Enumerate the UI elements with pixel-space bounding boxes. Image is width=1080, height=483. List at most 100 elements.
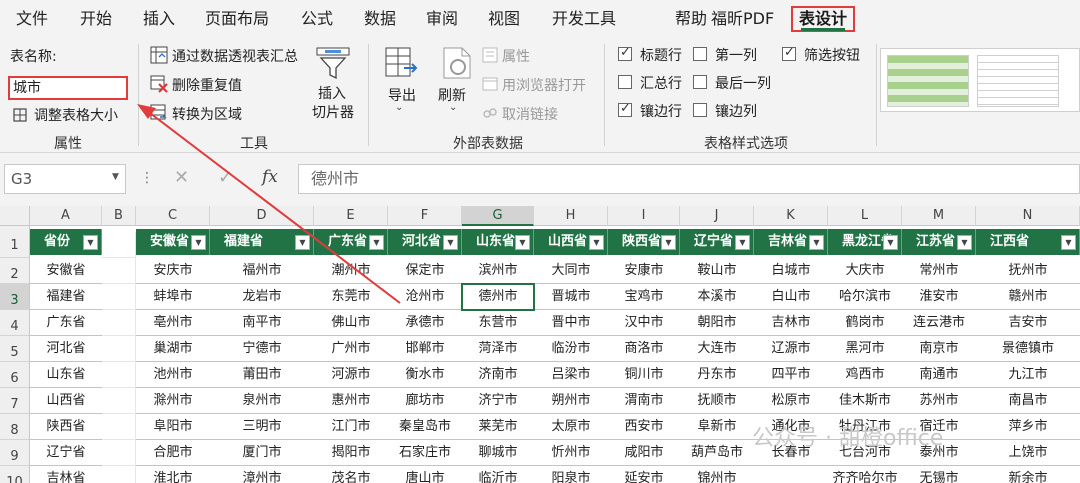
table-cell[interactable]: 西安市	[608, 414, 680, 440]
table-cell[interactable]: 江门市	[314, 414, 388, 440]
column-header[interactable]: B	[102, 206, 136, 226]
table-cell[interactable]: 上饶市	[976, 440, 1080, 466]
banded-rows-checkbox[interactable]	[618, 101, 632, 117]
insert-slicer-label-2[interactable]: 切片器	[312, 102, 354, 122]
table-cell[interactable]: 安康市	[608, 258, 680, 284]
table-cell[interactable]: 萍乡市	[976, 414, 1080, 440]
formula-input[interactable]: 德州市	[298, 164, 1080, 194]
row-header[interactable]: 9	[0, 440, 30, 466]
table-cell[interactable]: 泉州市	[210, 388, 314, 414]
table-cell[interactable]: 黑河市	[828, 336, 902, 362]
table-cell[interactable]: 滁州市	[136, 388, 210, 414]
table-header-cell[interactable]: 福建省 ▼	[210, 229, 314, 255]
column-header[interactable]: N	[976, 206, 1080, 226]
table-cell[interactable]: 山西省	[30, 388, 102, 414]
filter-button-checkbox[interactable]	[782, 45, 796, 61]
table-cell[interactable]: 莱芜市	[462, 414, 534, 440]
empty-cell[interactable]	[102, 414, 136, 440]
filter-dropdown-icon[interactable]: ▼	[661, 235, 676, 250]
table-cell[interactable]: 辽源市	[754, 336, 828, 362]
table-cell[interactable]: 齐齐哈尔市	[828, 466, 902, 483]
table-cell[interactable]: 咸阳市	[608, 440, 680, 466]
table-cell[interactable]: 晋城市	[534, 284, 608, 310]
filter-dropdown-icon[interactable]: ▼	[191, 235, 206, 250]
row-header[interactable]: 5	[0, 336, 30, 362]
column-header[interactable]: M	[902, 206, 976, 226]
table-cell[interactable]: 南昌市	[976, 388, 1080, 414]
table-cell[interactable]: 朔州市	[534, 388, 608, 414]
tab-5[interactable]: 数据	[364, 6, 396, 32]
filter-dropdown-icon[interactable]: ▼	[589, 235, 604, 250]
column-header[interactable]: J	[680, 206, 754, 226]
row-header[interactable]: 1	[0, 226, 30, 258]
table-cell[interactable]: 铜川市	[608, 362, 680, 388]
table-header-cell[interactable]: 山西省 ▼	[534, 229, 608, 255]
unlink-button[interactable]: 取消链接	[502, 104, 558, 124]
select-all-corner[interactable]	[0, 206, 30, 226]
empty-cell[interactable]	[102, 284, 136, 310]
table-cell[interactable]: 汉中市	[608, 310, 680, 336]
table-cell[interactable]: 茂名市	[314, 466, 388, 483]
table-cell[interactable]: 福建省	[30, 284, 102, 310]
table-cell[interactable]: 揭阳市	[314, 440, 388, 466]
more-options-icon[interactable]: ⋮	[140, 170, 154, 186]
table-cell[interactable]: 连云港市	[902, 310, 976, 336]
table-cell[interactable]: 宝鸡市	[608, 284, 680, 310]
table-cell[interactable]: 保定市	[388, 258, 462, 284]
table-cell[interactable]: 河北省	[30, 336, 102, 362]
table-cell[interactable]: 阳泉市	[534, 466, 608, 483]
empty-cell[interactable]	[102, 232, 136, 258]
table-cell[interactable]	[754, 466, 828, 483]
table-cell[interactable]: 蚌埠市	[136, 284, 210, 310]
banded-columns-checkbox[interactable]	[693, 103, 707, 117]
table-cell[interactable]: 龙岩市	[210, 284, 314, 310]
table-cell[interactable]: 阜新市	[680, 414, 754, 440]
row-header[interactable]: 8	[0, 414, 30, 440]
table-cell[interactable]: 白城市	[754, 258, 828, 284]
table-cell[interactable]: 阜阳市	[136, 414, 210, 440]
tab-8[interactable]: 开发工具	[552, 6, 616, 32]
row-header[interactable]: 2	[0, 258, 30, 284]
open-in-browser-button[interactable]: 用浏览器打开	[502, 75, 586, 95]
empty-cell[interactable]	[102, 440, 136, 466]
row-header[interactable]: 6	[0, 362, 30, 388]
table-cell[interactable]: 吉林省	[30, 466, 102, 483]
cancel-icon[interactable]: ✕	[174, 167, 189, 188]
table-header-cell[interactable]: 辽宁省 ▼	[680, 229, 754, 255]
table-cell[interactable]: 东莞市	[314, 284, 388, 310]
table-cell[interactable]: 赣州市	[976, 284, 1080, 310]
name-box[interactable]: G3	[4, 164, 126, 194]
table-cell[interactable]: 商洛市	[608, 336, 680, 362]
tab-10[interactable]: 福昕PDF	[711, 6, 774, 32]
table-cell[interactable]: 宁德市	[210, 336, 314, 362]
tab-4[interactable]: 公式	[301, 6, 333, 32]
empty-cell[interactable]	[102, 362, 136, 388]
convert-to-range-button[interactable]: 转换为区域	[172, 104, 242, 124]
insert-slicer-label-1[interactable]: 插入	[318, 83, 346, 103]
tab-7[interactable]: 视图	[488, 6, 520, 32]
table-header-cell[interactable]: 山东省 ▼	[462, 229, 534, 255]
filter-dropdown-icon[interactable]: ▼	[515, 235, 530, 250]
table-cell[interactable]: 临沂市	[462, 466, 534, 483]
filter-dropdown-icon[interactable]: ▼	[957, 235, 972, 250]
table-cell[interactable]: 石家庄市	[388, 440, 462, 466]
column-header[interactable]: D	[210, 206, 314, 226]
tab-11[interactable]: 表设计	[791, 6, 856, 32]
column-header[interactable]: L	[828, 206, 902, 226]
table-cell[interactable]: 陕西省	[30, 414, 102, 440]
enter-icon[interactable]: ✓	[218, 167, 233, 188]
tab-0[interactable]: 文件	[16, 6, 48, 32]
header-row-checkbox[interactable]	[618, 45, 632, 61]
table-header-cell[interactable]: 安徽省 ▼	[136, 229, 210, 255]
tab-2[interactable]: 插入	[143, 6, 175, 32]
column-header[interactable]: C	[136, 206, 210, 226]
table-cell[interactable]: 池州市	[136, 362, 210, 388]
filter-dropdown-icon[interactable]: ▼	[883, 235, 898, 250]
table-cell[interactable]: 唐山市	[388, 466, 462, 483]
row-header[interactable]: 10	[0, 466, 30, 483]
table-cell[interactable]: 渭南市	[608, 388, 680, 414]
table-cell[interactable]: 佛山市	[314, 310, 388, 336]
empty-cell[interactable]	[102, 258, 136, 284]
table-cell[interactable]: 临汾市	[534, 336, 608, 362]
filter-dropdown-icon[interactable]: ▼	[443, 235, 458, 250]
